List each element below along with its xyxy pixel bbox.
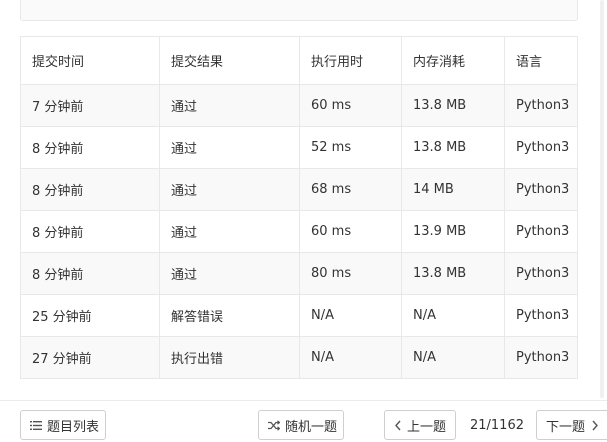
cell-submit-time: 7 分钟前 bbox=[20, 84, 160, 127]
cell-memory: N/A bbox=[401, 294, 505, 337]
cell-language: Python3 bbox=[504, 252, 578, 295]
next-problem-label: 下一题 bbox=[546, 419, 586, 435]
table-row[interactable]: 8 分钟前 通过 80 ms 13.8 MB Python3 bbox=[20, 252, 578, 295]
cell-submit-result[interactable]: 执行出错 bbox=[159, 336, 300, 379]
table-row[interactable]: 8 分钟前 通过 60 ms 13.9 MB Python3 bbox=[20, 210, 578, 253]
cell-memory: N/A bbox=[401, 336, 505, 379]
cell-language: Python3 bbox=[504, 126, 578, 169]
cell-runtime: 80 ms bbox=[299, 252, 402, 295]
header-submit-time: 提交时间 bbox=[20, 36, 160, 85]
problem-list-label: 题目列表 bbox=[47, 419, 100, 435]
prev-problem-button[interactable]: 上一题 bbox=[384, 410, 456, 440]
cell-submit-time: 27 分钟前 bbox=[20, 336, 160, 379]
cell-runtime: 52 ms bbox=[299, 126, 402, 169]
description-panel-bottom bbox=[20, 0, 578, 21]
next-problem-button[interactable]: 下一题 bbox=[536, 410, 607, 440]
header-runtime: 执行用时 bbox=[299, 36, 402, 85]
random-problem-button[interactable]: 随机一题 bbox=[258, 410, 344, 440]
chevron-right-icon bbox=[591, 420, 599, 431]
cell-memory: 13.8 MB bbox=[401, 84, 505, 127]
cell-runtime: 68 ms bbox=[299, 168, 402, 211]
table-row[interactable]: 25 分钟前 解答错误 N/A N/A Python3 bbox=[20, 294, 578, 337]
prev-problem-label: 上一题 bbox=[407, 419, 447, 435]
cell-runtime: 60 ms bbox=[299, 210, 402, 253]
scrollbar-thumb[interactable] bbox=[600, 0, 604, 398]
problem-list-button[interactable]: 题目列表 bbox=[20, 410, 106, 440]
cell-memory: 14 MB bbox=[401, 168, 505, 211]
header-language: 语言 bbox=[504, 36, 578, 85]
cell-submit-time: 8 分钟前 bbox=[20, 210, 160, 253]
cell-language: Python3 bbox=[504, 210, 578, 253]
list-icon bbox=[30, 420, 42, 431]
cell-runtime: N/A bbox=[299, 336, 402, 379]
cell-submit-result[interactable]: 通过 bbox=[159, 84, 300, 127]
cell-memory: 13.8 MB bbox=[401, 252, 505, 295]
problem-page-indicator: 21/1162 bbox=[469, 417, 524, 433]
cell-submit-time: 25 分钟前 bbox=[20, 294, 160, 337]
chevron-left-icon bbox=[394, 420, 402, 431]
table-header-row: 提交时间 提交结果 执行用时 内存消耗 语言 bbox=[20, 36, 578, 85]
table-body: 7 分钟前 通过 60 ms 13.8 MB Python3 8 分钟前 通过 52 ms 13… bbox=[20, 84, 578, 379]
table-row[interactable]: 8 分钟前 通过 52 ms 13.8 MB Python3 bbox=[20, 126, 578, 169]
shuffle-icon bbox=[268, 419, 280, 431]
submissions-table: 提交时间 提交结果 执行用时 内存消耗 语言 7 分钟前 通过 60 ms 13.8 … bbox=[20, 36, 578, 379]
header-submit-result: 提交结果 bbox=[159, 36, 300, 85]
cell-language: Python3 bbox=[504, 168, 578, 211]
cell-submit-time: 8 分钟前 bbox=[20, 126, 160, 169]
cell-submit-result[interactable]: 通过 bbox=[159, 126, 300, 169]
header-memory: 内存消耗 bbox=[401, 36, 505, 85]
table-row[interactable]: 8 分钟前 通过 68 ms 14 MB Python3 bbox=[20, 168, 578, 211]
cell-language: Python3 bbox=[504, 294, 578, 337]
cell-runtime: N/A bbox=[299, 294, 402, 337]
random-problem-label: 随机一题 bbox=[285, 419, 338, 435]
table-row[interactable]: 7 分钟前 通过 60 ms 13.8 MB Python3 bbox=[20, 84, 578, 127]
submissions-page: 提交时间 提交结果 执行用时 内存消耗 语言 7 分钟前 通过 60 ms 13.8 … bbox=[0, 0, 607, 442]
cell-submit-result[interactable]: 通过 bbox=[159, 210, 300, 253]
cell-submit-result[interactable]: 通过 bbox=[159, 168, 300, 211]
cell-runtime: 60 ms bbox=[299, 84, 402, 127]
table-row[interactable]: 27 分钟前 执行出错 N/A N/A Python3 bbox=[20, 336, 578, 379]
cell-submit-time: 8 分钟前 bbox=[20, 168, 160, 211]
cell-submit-result[interactable]: 通过 bbox=[159, 252, 300, 295]
cell-submit-result[interactable]: 解答错误 bbox=[159, 294, 300, 337]
cell-submit-time: 8 分钟前 bbox=[20, 252, 160, 295]
cell-language: Python3 bbox=[504, 336, 578, 379]
cell-memory: 13.8 MB bbox=[401, 126, 505, 169]
cell-language: Python3 bbox=[504, 84, 578, 127]
cell-memory: 13.9 MB bbox=[401, 210, 505, 253]
